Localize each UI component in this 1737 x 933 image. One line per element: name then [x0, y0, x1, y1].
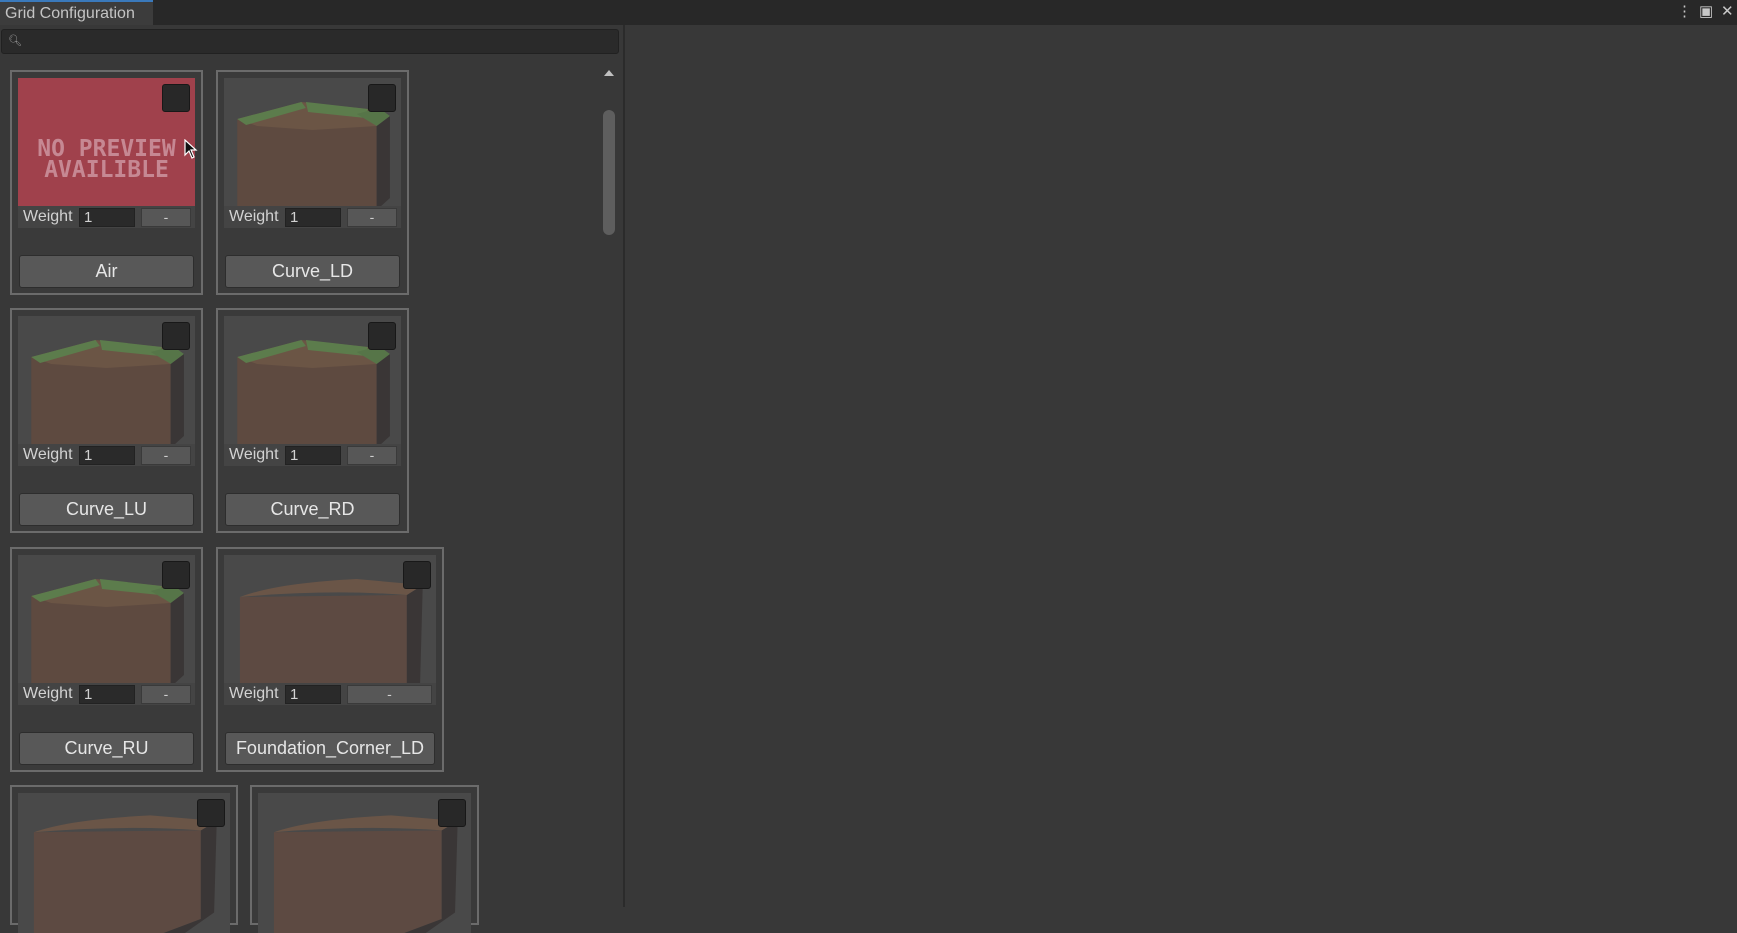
search-icon: 🔍︎	[8, 35, 22, 47]
tile-name-button[interactable]: Curve_LU	[19, 493, 194, 526]
tile-card: Weight 1- Curve_LU	[10, 308, 203, 533]
tile-select-checkbox[interactable]	[162, 561, 190, 589]
weight-input[interactable]: 1	[285, 445, 341, 465]
mouse-cursor-icon	[184, 139, 198, 159]
weight-row: Weight 1-	[18, 444, 195, 466]
tile-select-checkbox[interactable]	[162, 84, 190, 112]
weight-remove-button[interactable]: -	[141, 684, 191, 704]
weight-row: Weight 1-	[224, 206, 401, 228]
weight-label: Weight	[23, 446, 73, 463]
weight-remove-button[interactable]: -	[141, 207, 191, 227]
weight-input[interactable]: 1	[79, 207, 135, 227]
tile-card: Weight 1- Curve_RD	[216, 308, 409, 533]
tile-card: NO PREVIEW AVAILIBLE Weight 1- Air	[10, 70, 203, 295]
details-panel	[625, 25, 1737, 907]
tile-card	[250, 785, 479, 933]
weight-row: Weight 1-	[18, 683, 195, 705]
maximize-icon[interactable]: ▣	[1699, 2, 1713, 22]
weight-label: Weight	[229, 446, 279, 463]
weight-label: Weight	[23, 685, 73, 702]
weight-label: Weight	[229, 685, 279, 702]
tile-select-checkbox[interactable]	[368, 84, 396, 112]
no-preview-line: AVAILIBLE	[44, 157, 169, 183]
weight-remove-button[interactable]: -	[141, 445, 191, 465]
tile-card: Weight 1- Foundation_Corner_LD	[216, 547, 444, 772]
tile-name-button[interactable]: Curve_RD	[225, 493, 400, 526]
scrollbar-thumb[interactable]	[603, 110, 615, 235]
tile-select-checkbox[interactable]	[403, 561, 431, 589]
tile-select-checkbox[interactable]	[438, 799, 466, 827]
tile-name-button[interactable]: Foundation_Corner_LD	[225, 732, 435, 765]
no-preview-text: NO PREVIEW AVAILIBLE	[18, 138, 195, 183]
weight-row: Weight 1-	[18, 206, 195, 228]
weight-input[interactable]: 1	[285, 207, 341, 227]
tile-list-panel: 🔍︎ NO PREVIEW AVAILIBLE Weight 1- Air Weight 1…	[0, 25, 623, 933]
weight-row: Weight 1-	[224, 683, 436, 705]
weight-input[interactable]: 1	[79, 684, 135, 704]
tile-card: Weight 1- Curve_LD	[216, 70, 409, 295]
more-icon[interactable]: ⋮	[1677, 2, 1692, 22]
weight-row: Weight 1-	[224, 444, 401, 466]
window-controls: ⋮ ▣ ✕	[1677, 2, 1734, 22]
scrollbar[interactable]	[601, 65, 617, 907]
tile-name-button[interactable]: Curve_LD	[225, 255, 400, 288]
search-input[interactable]	[22, 31, 616, 54]
tile-name-button[interactable]: Air	[19, 255, 194, 288]
weight-label: Weight	[23, 208, 73, 225]
weight-remove-button[interactable]: -	[347, 445, 397, 465]
weight-input[interactable]: 1	[285, 684, 341, 704]
tile-card: Weight 1- Curve_RU	[10, 547, 203, 772]
tile-select-checkbox[interactable]	[162, 322, 190, 350]
weight-label: Weight	[229, 208, 279, 225]
weight-remove-button[interactable]: -	[347, 684, 432, 704]
tile-select-checkbox[interactable]	[197, 799, 225, 827]
tile-card	[10, 785, 238, 933]
weight-input[interactable]: 1	[79, 445, 135, 465]
title-bar: Grid Configuration ⋮ ▣ ✕	[0, 0, 1737, 25]
search-field[interactable]: 🔍︎	[1, 29, 619, 54]
tile-name-button[interactable]: Curve_RU	[19, 732, 194, 765]
scroll-up-arrow-icon[interactable]	[604, 70, 614, 76]
close-icon[interactable]: ✕	[1721, 2, 1734, 22]
tab-grid-configuration[interactable]: Grid Configuration	[0, 0, 153, 25]
weight-remove-button[interactable]: -	[347, 207, 397, 227]
tile-select-checkbox[interactable]	[368, 322, 396, 350]
